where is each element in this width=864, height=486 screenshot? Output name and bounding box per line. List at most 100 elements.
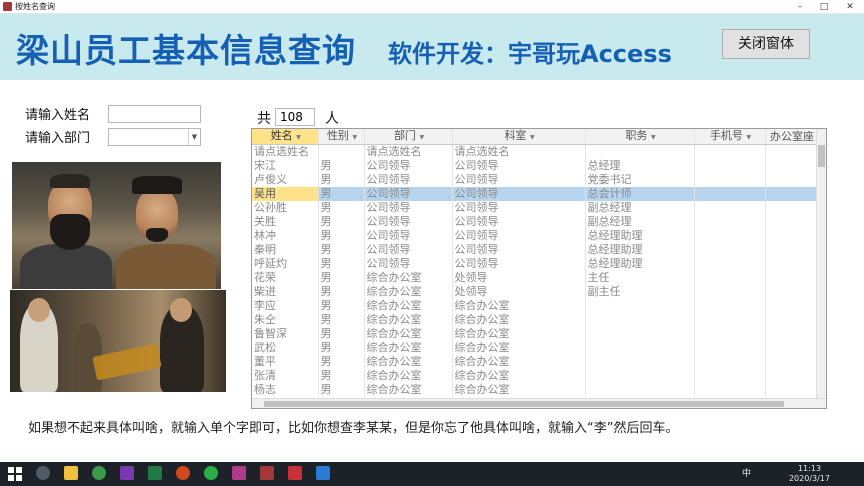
table-cell[interactable]: [694, 228, 766, 243]
table-cell[interactable]: [765, 242, 818, 257]
table-cell[interactable]: [694, 200, 766, 215]
table-cell[interactable]: 综合办公室: [364, 382, 453, 397]
column-header-gender[interactable]: 性别 ▼: [318, 129, 365, 145]
table-cell[interactable]: 卢俊义: [252, 172, 319, 187]
table-cell[interactable]: [694, 158, 766, 173]
minimize-button[interactable]: –: [788, 0, 812, 14]
table-cell[interactable]: 综合办公室: [364, 298, 453, 313]
table-row[interactable]: 卢俊义男公司领导 公司领导 党委书记: [252, 172, 818, 187]
table-cell[interactable]: 党委书记: [585, 172, 695, 187]
table-cell[interactable]: [585, 312, 695, 327]
table-cell[interactable]: 综合办公室: [452, 326, 586, 341]
table-cell[interactable]: 副总经理: [585, 200, 695, 215]
table-cell[interactable]: [694, 354, 766, 369]
column-header-section[interactable]: 科室 ▼: [452, 129, 586, 145]
table-cell[interactable]: 男: [318, 242, 365, 257]
table-cell[interactable]: 公司领导: [452, 158, 586, 173]
table-cell[interactable]: 男: [318, 214, 365, 229]
column-header-office[interactable]: 办公室座: [765, 129, 818, 145]
table-cell[interactable]: 主任: [585, 270, 695, 285]
table-cell[interactable]: [765, 270, 818, 285]
table-cell[interactable]: [694, 172, 766, 187]
windows-start-icon[interactable]: [8, 466, 22, 481]
table-cell[interactable]: 公司领导: [452, 228, 586, 243]
table-cell[interactable]: 请点选姓名: [252, 144, 319, 159]
column-header-name[interactable]: 姓名 ▼: [252, 129, 319, 145]
table-cell[interactable]: [585, 368, 695, 383]
table-cell[interactable]: 公司领导: [452, 172, 586, 187]
chevron-down-icon[interactable]: ▼: [188, 129, 200, 145]
table-cell[interactable]: 总经理助理: [585, 242, 695, 257]
table-cell[interactable]: [765, 214, 818, 229]
table-cell[interactable]: [765, 284, 818, 299]
vertical-scrollbar[interactable]: [816, 129, 826, 399]
horizontal-scrollbar[interactable]: [252, 398, 826, 408]
table-cell[interactable]: 男: [318, 270, 365, 285]
table-row[interactable]: 花荣男综合办公室 处领导 主任: [252, 270, 818, 285]
table-cell[interactable]: [585, 354, 695, 369]
close-form-button[interactable]: 关闭窗体: [722, 29, 810, 59]
table-row[interactable]: 董平男综合办公室 综合办公室: [252, 354, 818, 369]
table-cell[interactable]: [318, 144, 365, 159]
table-cell[interactable]: 副总经理: [585, 214, 695, 229]
table-cell[interactable]: 总经理助理: [585, 228, 695, 243]
taskbar-clock[interactable]: 11:13 2020/3/17: [789, 464, 830, 484]
table-cell[interactable]: 综合办公室: [364, 368, 453, 383]
table-cell[interactable]: [585, 326, 695, 341]
table-cell[interactable]: [694, 326, 766, 341]
dept-combo[interactable]: ▼: [108, 128, 201, 146]
table-cell[interactable]: [765, 158, 818, 173]
file-explorer-icon[interactable]: [64, 466, 78, 480]
table-cell[interactable]: [765, 144, 818, 159]
scroll-thumb[interactable]: [818, 145, 825, 167]
table-cell[interactable]: 公孙胜: [252, 200, 319, 215]
powerpoint-icon[interactable]: [176, 466, 190, 480]
table-cell[interactable]: 公司领导: [364, 172, 453, 187]
scroll-thumb[interactable]: [264, 401, 784, 407]
wechat-icon[interactable]: [204, 466, 218, 480]
table-cell[interactable]: 李应: [252, 298, 319, 313]
table-cell[interactable]: 公司领导: [364, 228, 453, 243]
table-cell[interactable]: 综合办公室: [452, 312, 586, 327]
table-cell[interactable]: 综合办公室: [452, 354, 586, 369]
table-cell[interactable]: 请点选姓名: [364, 144, 453, 159]
table-cell[interactable]: [694, 186, 766, 201]
table-cell[interactable]: 综合办公室: [452, 368, 586, 383]
table-cell[interactable]: [765, 228, 818, 243]
table-cell[interactable]: 总会计师: [585, 186, 695, 201]
word-icon[interactable]: [316, 466, 330, 480]
table-cell[interactable]: 花荣: [252, 270, 319, 285]
access-form-icon[interactable]: [288, 466, 302, 480]
name-input[interactable]: [108, 105, 201, 123]
table-cell[interactable]: [765, 354, 818, 369]
table-cell[interactable]: 综合办公室: [364, 340, 453, 355]
table-cell[interactable]: [765, 200, 818, 215]
access-icon[interactable]: [260, 466, 274, 480]
table-cell[interactable]: 公司领导: [364, 214, 453, 229]
table-cell[interactable]: [694, 298, 766, 313]
close-window-button[interactable]: ✕: [838, 0, 862, 14]
table-cell[interactable]: 公司领导: [452, 200, 586, 215]
table-cell[interactable]: [765, 186, 818, 201]
table-row[interactable]: 武松男综合办公室 综合办公室: [252, 340, 818, 355]
column-header-phone[interactable]: 手机号 ▼: [694, 129, 766, 145]
table-cell[interactable]: [694, 312, 766, 327]
table-cell[interactable]: [765, 172, 818, 187]
table-row[interactable]: 李应男综合办公室 综合办公室: [252, 298, 818, 313]
table-cell[interactable]: 公司领导: [364, 158, 453, 173]
excel-icon[interactable]: [148, 466, 162, 480]
table-cell[interactable]: 柴进: [252, 284, 319, 299]
table-cell[interactable]: [765, 382, 818, 397]
table-cell[interactable]: 鲁智深: [252, 326, 319, 341]
table-cell[interactable]: 朱仝: [252, 312, 319, 327]
table-cell[interactable]: 男: [318, 284, 365, 299]
table-cell[interactable]: 男: [318, 340, 365, 355]
table-cell[interactable]: 公司领导: [452, 214, 586, 229]
table-cell[interactable]: 关胜: [252, 214, 319, 229]
table-cell[interactable]: 男: [318, 326, 365, 341]
table-cell[interactable]: 公司领导: [452, 256, 586, 271]
table-cell[interactable]: [694, 242, 766, 257]
table-row[interactable]: 秦明男公司领导 公司领导 总经理助理: [252, 242, 818, 257]
table-cell[interactable]: 吴用: [252, 186, 319, 201]
table-cell[interactable]: 综合办公室: [364, 326, 453, 341]
